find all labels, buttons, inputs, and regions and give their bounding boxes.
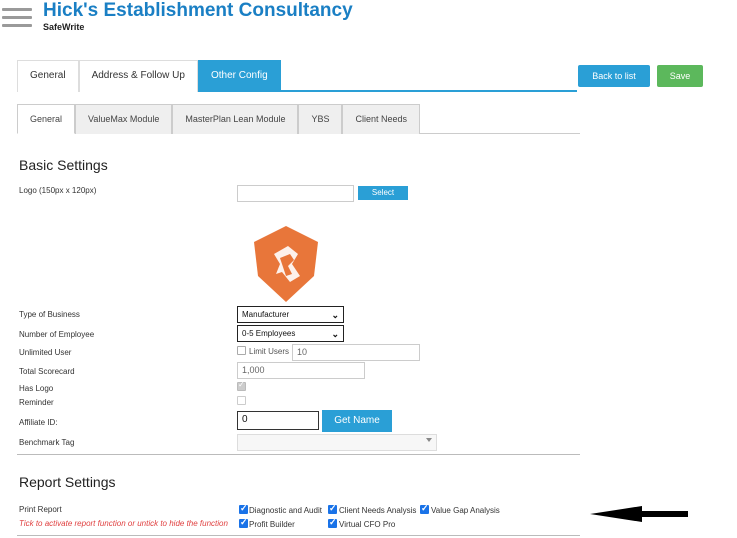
total-scorecard-label: Total Scorecard <box>19 367 75 376</box>
client-needs-analysis-checkbox[interactable] <box>328 503 337 514</box>
subtab-client-needs[interactable]: Client Needs <box>342 104 421 134</box>
profit-builder-checkbox[interactable] <box>239 517 248 528</box>
virtual-cfo-pro-checkbox[interactable] <box>328 517 337 528</box>
section-divider <box>17 454 580 455</box>
logo-file-input[interactable] <box>237 185 354 202</box>
type-of-business-label: Type of Business <box>19 310 80 319</box>
get-name-button[interactable]: Get Name <box>322 410 392 432</box>
tab-general[interactable]: General <box>17 60 79 92</box>
print-report-label: Print Report <box>19 505 62 514</box>
has-logo-checkbox[interactable] <box>237 380 246 391</box>
chevron-down-icon: ⌄ <box>331 310 339 320</box>
unlimited-user-label: Unlimited User <box>19 348 72 357</box>
select-logo-button[interactable]: Select <box>358 186 408 200</box>
total-scorecard-input[interactable]: 1,000 <box>237 362 365 379</box>
sub-tabs: General ValueMax Module MasterPlan Lean … <box>17 104 580 134</box>
limit-users-checkbox[interactable] <box>237 346 246 355</box>
affiliate-id-label: Affiliate ID: <box>19 418 58 427</box>
benchmark-tag-select[interactable] <box>237 434 437 451</box>
type-of-business-select[interactable]: Manufacturer ⌄ <box>237 306 344 323</box>
subtab-ybs[interactable]: YBS <box>298 104 343 134</box>
has-logo-label: Has Logo <box>19 384 54 393</box>
employees-value: 0-5 Employees <box>242 329 296 338</box>
chevron-down-icon: ⌄ <box>331 329 339 339</box>
arrow-left-icon <box>590 506 688 522</box>
report-hint-text: Tick to activate report function or unti… <box>19 519 228 528</box>
hamburger-icon[interactable] <box>2 8 32 32</box>
virtual-cfo-pro-label: Virtual CFO Pro <box>339 520 396 529</box>
logo-label: Logo (150px x 120px) <box>19 186 97 195</box>
main-tabs: General Address & Follow Up Other Config <box>17 60 577 92</box>
value-gap-analysis-label: Value Gap Analysis <box>431 506 500 515</box>
save-button[interactable]: Save <box>657 65 703 87</box>
section-divider-bottom <box>17 535 580 536</box>
limit-users-label: Limit Users <box>249 347 290 356</box>
subtab-general[interactable]: General <box>17 104 76 134</box>
profit-builder-label: Profit Builder <box>249 520 295 529</box>
reminder-checkbox[interactable] <box>237 396 246 405</box>
tab-address-follow-up[interactable]: Address & Follow Up <box>78 60 198 92</box>
back-to-list-button[interactable]: Back to list <box>578 65 650 87</box>
report-settings-title: Report Settings <box>19 474 116 490</box>
benchmark-tag-label: Benchmark Tag <box>19 438 75 447</box>
caret-down-icon <box>426 438 432 442</box>
affiliate-id-input[interactable]: 0 <box>237 411 319 430</box>
client-needs-analysis-label: Client Needs Analysis <box>339 506 417 515</box>
tab-other-config[interactable]: Other Config <box>197 60 281 92</box>
diagnostic-audit-checkbox[interactable] <box>239 503 248 514</box>
reminder-label: Reminder <box>19 398 54 407</box>
employees-label: Number of Employee <box>19 330 95 339</box>
basic-settings-title: Basic Settings <box>19 157 108 173</box>
company-logo <box>254 226 318 302</box>
limit-users-input[interactable]: 10 <box>292 344 420 361</box>
subtab-masterplan-lean-module[interactable]: MasterPlan Lean Module <box>172 104 299 134</box>
app-subtitle: SafeWrite <box>43 22 85 32</box>
type-of-business-value: Manufacturer <box>242 310 290 319</box>
employees-select[interactable]: 0-5 Employees ⌄ <box>237 325 344 342</box>
subtab-valuemax-module[interactable]: ValueMax Module <box>75 104 173 134</box>
value-gap-analysis-checkbox[interactable] <box>420 503 429 514</box>
app-title: Hick's Establishment Consultancy <box>43 0 353 21</box>
diagnostic-audit-label: Diagnostic and Audit <box>249 506 322 515</box>
